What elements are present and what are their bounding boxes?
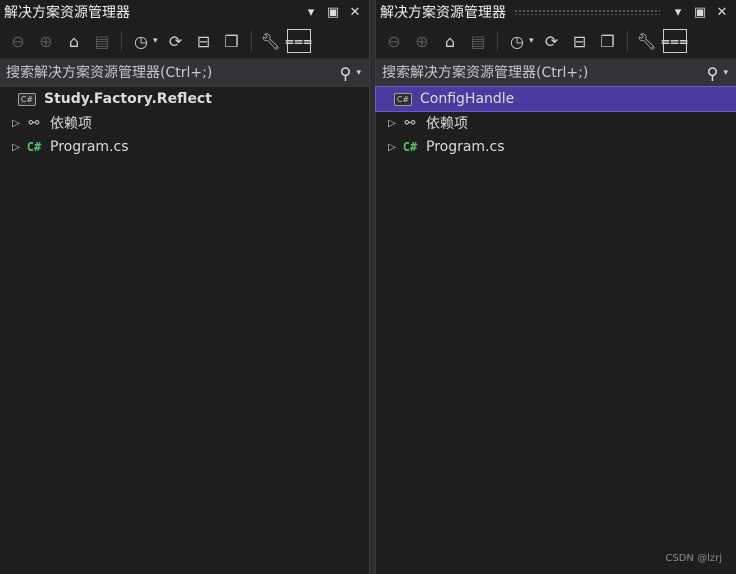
panel-title: 解决方案资源管理器 [4,5,130,21]
solution-explorer-right: 解决方案资源管理器 ▾ ▣ ✕ ⊖ ⊕ ⌂ ▤ ◷ ▾ ⟳ ⊟ ❐ 🔧︎ ⩶ ⚲… [375,0,736,574]
show-all-files-icon[interactable]: ❐ [220,29,244,53]
project-name: Study.Factory.Reflect [44,91,212,107]
project-node[interactable]: C# Study.Factory.Reflect [0,87,369,111]
separator [250,31,252,51]
expand-arrow-icon[interactable]: ▷ [384,118,400,129]
pending-changes-icon[interactable]: ◷ [129,29,153,53]
chevron-down-icon[interactable]: ▾ [153,36,158,46]
separator [121,31,122,51]
dropdown-icon[interactable]: ▾ [668,2,688,22]
close-icon[interactable]: ✕ [712,2,732,22]
file-label: Program.cs [426,139,505,155]
home-icon[interactable]: ⌂ [438,29,462,53]
back-icon[interactable]: ⊖ [382,29,406,53]
back-icon[interactable]: ⊖ [6,29,30,53]
project-node[interactable]: C# ConfigHandle [375,86,736,112]
search-input[interactable] [6,65,335,81]
search-options-chevron-icon[interactable]: ▾ [356,68,361,78]
dependencies-icon: ⚯ [28,115,40,131]
forward-icon[interactable]: ⊕ [410,29,434,53]
maximize-icon[interactable]: ▣ [323,2,343,22]
panel-title: 解决方案资源管理器 [380,5,506,21]
close-icon[interactable]: ✕ [345,2,365,22]
titlebar-left: 解决方案资源管理器 ▾ ▣ ✕ [0,0,369,24]
refresh-icon[interactable]: ⟳ [164,29,188,53]
titlebar-right: 解决方案资源管理器 ▾ ▣ ✕ [376,0,736,24]
solution-tree: C# ConfigHandle ▷ ⚯ 依赖项 ▷ C# Program.cs [375,86,736,159]
preview-selected-icon[interactable]: ⩶ [661,29,688,53]
toolbar-right: ⊖ ⊕ ⌂ ▤ ◷ ▾ ⟳ ⊟ ❐ 🔧︎ ⩶ [376,24,736,59]
search-options-chevron-icon[interactable]: ▾ [723,68,728,78]
properties-wrench-icon[interactable]: 🔧︎ [635,29,659,53]
dependencies-node[interactable]: ▷ ⚯ 依赖项 [0,111,369,135]
solution-tree: C# Study.Factory.Reflect ▷ ⚯ 依赖项 ▷ C# Pr… [0,87,369,159]
chevron-down-icon[interactable]: ▾ [529,36,534,46]
csharp-file-icon: C# [402,140,418,154]
maximize-icon[interactable]: ▣ [690,2,710,22]
dependencies-node[interactable]: ▷ ⚯ 依赖项 [376,111,736,135]
expand-arrow-icon[interactable]: ▷ [8,118,24,129]
csharp-file-icon: C# [26,140,42,154]
search-bar: ⚲ ▾ [0,59,369,87]
switch-views-icon[interactable]: ▤ [90,29,114,53]
collapse-all-icon[interactable]: ⊟ [568,29,592,53]
home-icon[interactable]: ⌂ [62,29,86,53]
search-icon[interactable]: ⚲ [701,64,723,83]
dependencies-label: 依赖项 [50,116,92,132]
search-input[interactable] [382,65,702,81]
separator [626,31,628,51]
pending-changes-icon[interactable]: ◷ [505,29,529,53]
properties-wrench-icon[interactable]: 🔧︎ [259,29,283,53]
csharp-project-icon: C# [394,92,412,106]
search-icon[interactable]: ⚲ [334,64,356,83]
file-node[interactable]: ▷ C# Program.cs [376,135,736,159]
dependencies-icon: ⚯ [404,115,416,131]
collapse-all-icon[interactable]: ⊟ [192,29,216,53]
drag-grip[interactable] [514,9,660,15]
expand-arrow-icon[interactable]: ▷ [384,142,400,153]
forward-icon[interactable]: ⊕ [34,29,58,53]
switch-views-icon[interactable]: ▤ [466,29,490,53]
file-node[interactable]: ▷ C# Program.cs [0,135,369,159]
toolbar-left: ⊖ ⊕ ⌂ ▤ ◷ ▾ ⟳ ⊟ ❐ 🔧︎ ⩶ [0,24,369,59]
preview-selected-icon[interactable]: ⩶ [285,29,312,53]
dropdown-icon[interactable]: ▾ [301,2,321,22]
dependencies-label: 依赖项 [426,116,468,132]
separator [497,31,498,51]
file-label: Program.cs [50,139,129,155]
search-bar: ⚲ ▾ [376,59,736,87]
project-name: ConfigHandle [420,91,515,107]
refresh-icon[interactable]: ⟳ [540,29,564,53]
expand-arrow-icon[interactable]: ▷ [8,142,24,153]
show-all-files-icon[interactable]: ❐ [596,29,620,53]
watermark: CSDN @lzrj [665,553,722,564]
csharp-project-icon: C# [18,92,36,106]
solution-explorer-left: 解决方案资源管理器 ▾ ▣ ✕ ⊖ ⊕ ⌂ ▤ ◷ ▾ ⟳ ⊟ ❐ 🔧︎ ⩶ ⚲… [0,0,370,574]
